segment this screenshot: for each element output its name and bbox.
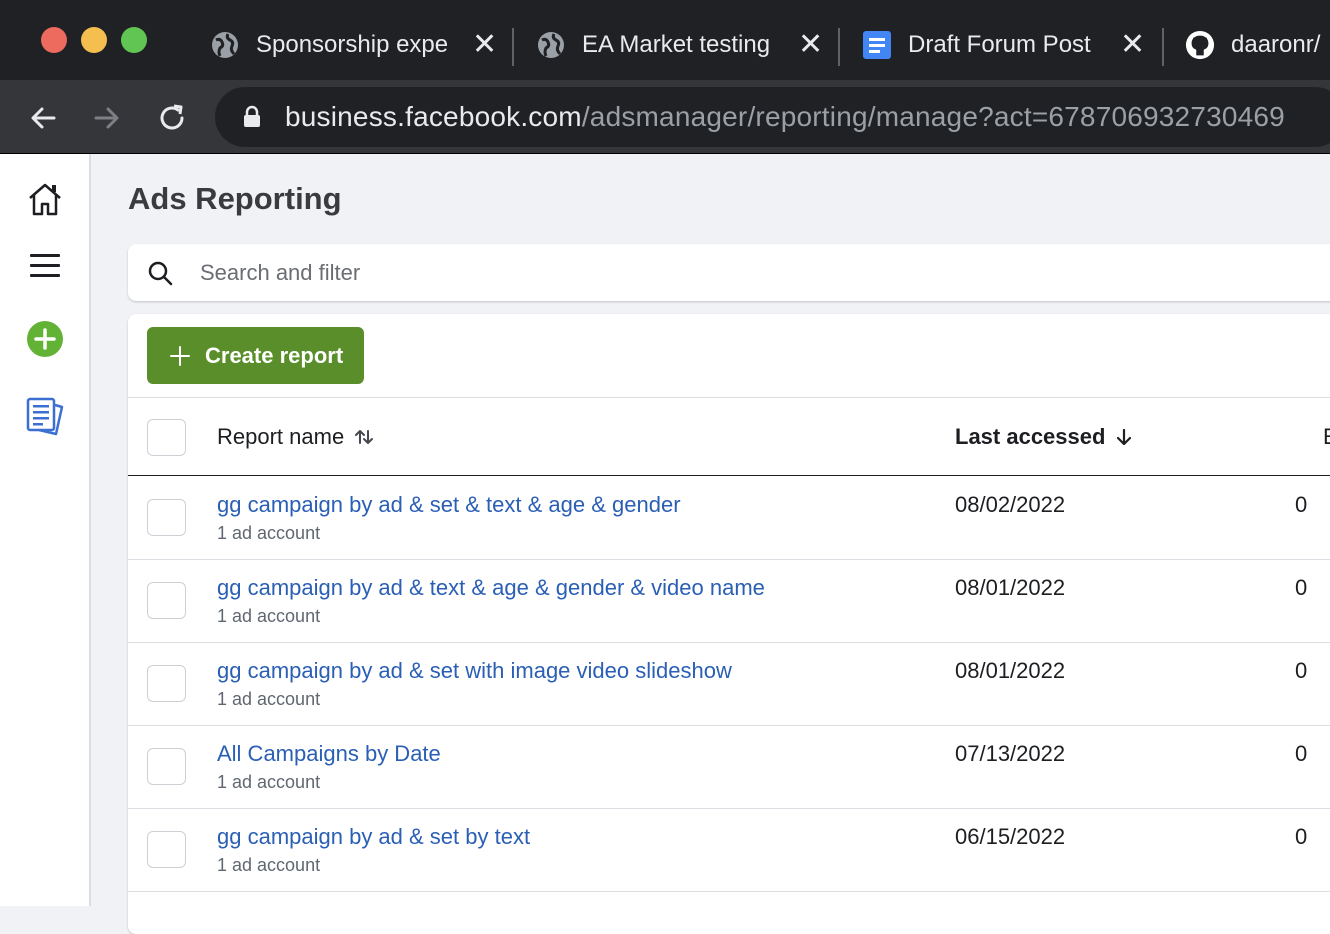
search-bar — [128, 244, 1330, 301]
table-row[interactable]: gg campaign by ad & set with image video… — [128, 643, 1330, 726]
row-checkbox[interactable] — [147, 582, 186, 619]
browser-tab-3[interactable]: Draft Forum Post ✕ — [862, 22, 1152, 68]
create-report-button[interactable]: Create report — [147, 327, 364, 384]
tab-title: daaronr/ — [1231, 31, 1321, 58]
url-host: business.facebook.com — [285, 101, 582, 132]
back-arrow-icon — [31, 107, 56, 129]
row-checkbox[interactable] — [147, 831, 186, 868]
reload-icon — [160, 104, 184, 130]
row-checkbox[interactable] — [147, 665, 186, 702]
last-accessed-cell: 07/13/2022 — [955, 741, 1066, 766]
table-row[interactable]: gg campaign by ad & set by text 1 ad acc… — [128, 809, 1330, 892]
next-column-cell: 0 — [1295, 741, 1308, 766]
column-header-report-name[interactable]: Report name — [217, 424, 374, 450]
column-header-last-accessed[interactable]: Last accessed — [955, 424, 1133, 450]
report-name-link[interactable]: gg campaign by ad & set with image video… — [217, 658, 732, 684]
globe-icon — [210, 30, 240, 60]
menu-button[interactable] — [22, 243, 68, 289]
menu-icon — [30, 254, 60, 277]
close-tab-icon[interactable]: ✕ — [1120, 30, 1145, 60]
minimize-window-button[interactable] — [81, 27, 107, 53]
column-header-label: Report name — [217, 424, 345, 449]
browser-tab-2[interactable]: EA Market testing ✕ — [536, 22, 826, 68]
globe-icon — [536, 30, 566, 60]
report-name-link[interactable]: gg campaign by ad & text & age & gender … — [217, 575, 765, 601]
tab-divider — [512, 28, 514, 66]
url-text: business.facebook.com/adsmanager/reporti… — [285, 101, 1285, 133]
home-icon — [29, 183, 61, 216]
close-tab-icon[interactable]: ✕ — [472, 30, 497, 60]
next-column-cell: 0 — [1295, 492, 1308, 517]
lock-icon — [241, 105, 263, 129]
browser-toolbar: business.facebook.com/adsmanager/reporti… — [0, 80, 1330, 154]
tab-title: Sponsorship expe — [256, 31, 449, 58]
next-column-cell: 0 — [1295, 824, 1308, 849]
next-column-cell: 0 — [1295, 658, 1308, 683]
tab-divider — [838, 28, 840, 66]
tab-divider — [1162, 28, 1164, 66]
create-button[interactable] — [22, 316, 68, 362]
last-accessed-cell: 08/02/2022 — [955, 492, 1066, 517]
page-title: Ads Reporting — [128, 181, 342, 216]
table-row[interactable]: gg campaign by ad & text & age & gender … — [128, 560, 1330, 643]
sort-down-arrow-icon — [1115, 427, 1133, 447]
row-checkbox[interactable] — [147, 748, 186, 785]
close-window-button[interactable] — [41, 27, 67, 53]
last-accessed-cell: 08/01/2022 — [955, 658, 1066, 683]
report-subtitle: 1 ad account — [217, 855, 321, 875]
next-column-cell: 0 — [1295, 575, 1308, 600]
report-subtitle: 1 ad account — [217, 523, 321, 543]
address-bar[interactable]: business.facebook.com/adsmanager/reporti… — [215, 87, 1330, 147]
select-all-checkbox[interactable] — [147, 419, 186, 456]
last-accessed-cell: 06/15/2022 — [955, 824, 1066, 849]
browser-tab-strip: Sponsorship expe ✕ EA Market testing ✕ D… — [0, 0, 1330, 80]
tab-title: EA Market testing — [582, 31, 771, 58]
row-checkbox[interactable] — [147, 499, 186, 536]
plus-icon — [169, 345, 191, 367]
report-name-link[interactable]: All Campaigns by Date — [217, 741, 441, 767]
report-subtitle: 1 ad account — [217, 689, 321, 709]
google-docs-icon — [862, 30, 892, 60]
report-subtitle: 1 ad account — [217, 772, 321, 792]
create-report-label: Create report — [205, 342, 344, 368]
table-header: Report name Last accessed E — [128, 397, 1330, 476]
column-header-label: E — [1323, 424, 1330, 450]
github-icon — [1185, 30, 1215, 60]
close-tab-icon[interactable]: ✕ — [798, 30, 823, 60]
column-header-label: Last accessed — [955, 424, 1106, 449]
back-button[interactable] — [23, 98, 63, 138]
search-icon — [146, 259, 174, 287]
browser-tab-4[interactable]: daaronr/ — [1185, 22, 1330, 68]
forward-arrow-icon — [94, 107, 119, 129]
left-nav-rail — [0, 154, 91, 906]
browser-tab-1[interactable]: Sponsorship expe ✕ — [210, 22, 500, 68]
url-path: /adsmanager/reporting/manage?act=6787069… — [581, 101, 1285, 132]
maximize-window-button[interactable] — [121, 27, 147, 53]
sort-both-icon — [354, 428, 374, 446]
tab-title: Draft Forum Post — [908, 31, 1091, 58]
home-button[interactable] — [22, 176, 68, 222]
report-name-link[interactable]: gg campaign by ad & set by text — [217, 824, 530, 850]
report-subtitle: 1 ad account — [217, 606, 321, 626]
reports-panel: Create report Report name Last accessed … — [128, 314, 1330, 934]
reports-icon — [26, 397, 64, 436]
table-row[interactable]: gg campaign by ad & set & text & age & g… — [128, 477, 1330, 560]
report-name-link[interactable]: gg campaign by ad & set & text & age & g… — [217, 492, 681, 518]
column-header-next[interactable]: E — [1323, 424, 1330, 450]
reports-button[interactable] — [22, 393, 68, 439]
last-accessed-cell: 08/01/2022 — [955, 575, 1066, 600]
search-input[interactable] — [200, 259, 1100, 286]
forward-button[interactable] — [87, 98, 127, 138]
main-content: Ads Reporting Create report Report name … — [92, 154, 1330, 934]
reload-button[interactable] — [152, 98, 192, 138]
create-icon — [27, 321, 63, 357]
table-row[interactable]: All Campaigns by Date 1 ad account 07/13… — [128, 726, 1330, 809]
